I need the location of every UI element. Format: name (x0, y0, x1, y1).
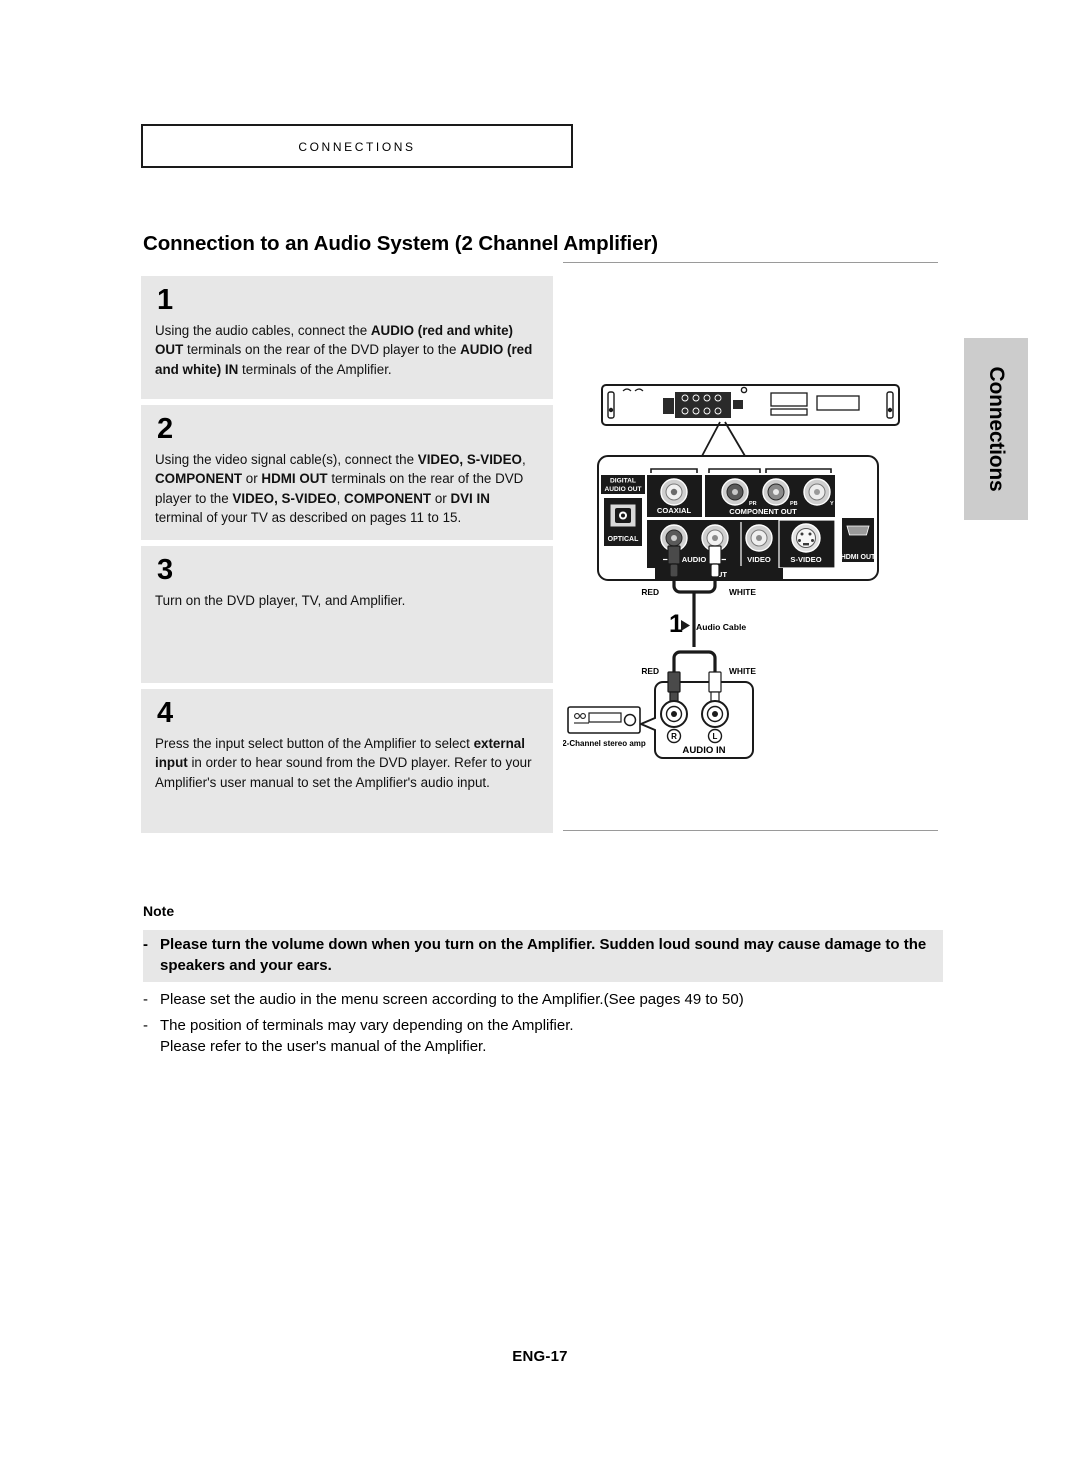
audio-cable-run: RED WHITE 1 Audio Cable RED WHITE (641, 577, 756, 676)
diagram-illustration: DIGITAL AUDIO OUT OPTICAL COAXIAL PR PB … (563, 384, 900, 759)
hdmi-out-group: HDMI OUT (841, 518, 876, 562)
s-video-jack-group: S-VIDEO (778, 519, 836, 569)
s-video-label: S-VIDEO (790, 555, 821, 564)
step-item-2: 2 Using the video signal cable(s), conne… (141, 405, 553, 540)
note-section: Note - Please turn the volume down when … (143, 903, 943, 1062)
cable-step-marker: 1 (669, 610, 683, 638)
step-number: 4 (157, 697, 174, 729)
step-number: 1 (157, 284, 174, 316)
note-heading: Note (143, 903, 175, 919)
white-label-bottom: WHITE (729, 666, 756, 676)
chapter-title: CONNECTIONS (298, 136, 416, 155)
step-number: 2 (157, 413, 174, 445)
rear-panel-detail: DIGITAL AUDIO OUT OPTICAL COAXIAL PR PB … (597, 455, 879, 581)
callout-lines (701, 421, 746, 457)
component-out-label: COMPONENT OUT (729, 507, 797, 516)
note-item-text: Please set the audio in the menu screen … (160, 990, 744, 1008)
red-label-bottom: RED (641, 666, 659, 676)
cable-step-arrow-icon (681, 620, 690, 631)
page-title: Connection to an Audio System (2 Channel… (143, 232, 659, 255)
step-text: Turn on the DVD player, TV, and Amplifie… (155, 593, 406, 608)
note-bullet-dash: - (143, 990, 148, 1008)
section-tab-connections: Connections (964, 338, 1028, 520)
step-text: Using the video signal cable(s), connect… (155, 452, 526, 526)
note-item: - The position of terminals may vary dep… (143, 1015, 943, 1058)
audio-out-label: AUDIO (682, 555, 707, 564)
note-item-text: The position of terminals may vary depen… (160, 1016, 574, 1056)
stereo-amp-caption: 2-Channel stereo amp (563, 739, 646, 748)
audio-in-label: AUDIO IN (682, 745, 725, 756)
optical-jack-group: OPTICAL (604, 498, 642, 546)
video-label: VIDEO (747, 555, 771, 564)
step-number: 3 (157, 554, 174, 586)
digital-audio-out-label-line1: DIGITAL (610, 478, 636, 485)
audio-in-l-label: L (713, 732, 718, 741)
hdmi-out-label: HDMI OUT (841, 554, 876, 561)
component-y-label: Y (830, 501, 834, 507)
coaxial-label: COAXIAL (657, 506, 692, 515)
white-label-top: WHITE (729, 587, 756, 597)
optical-label: OPTICAL (608, 536, 639, 543)
red-label-top: RED (641, 587, 659, 597)
chapter-header-box: CONNECTIONS (141, 124, 573, 168)
step-item-3: 3 Turn on the DVD player, TV, and Amplif… (141, 546, 553, 683)
step-text: Using the audio cables, connect the AUDI… (155, 323, 533, 377)
digital-audio-out-label-line2: AUDIO OUT (605, 486, 642, 493)
steps-list: 1 Using the audio cables, connect the AU… (141, 276, 553, 833)
stereo-amp-icon-group: 2-Channel stereo amp (563, 706, 646, 748)
section-tab-label: Connections (985, 366, 1008, 492)
connection-diagram: DIGITAL AUDIO OUT OPTICAL COAXIAL PR PB … (563, 262, 938, 832)
note-item-text: Please turn the volume down when you tur… (160, 936, 927, 975)
audio-in-r-label: R (671, 732, 677, 741)
step-text: Press the input select button of the Amp… (155, 736, 532, 790)
component-out-group: PR PB Y COMPONENT OUT (705, 468, 835, 517)
step-item-1: 1 Using the audio cables, connect the AU… (141, 276, 553, 399)
amplifier-audio-in-panel: R L AUDIO IN (638, 671, 754, 759)
digital-audio-out-group: DIGITAL AUDIO OUT (601, 475, 645, 494)
page-footer: ENG-17 (512, 1348, 568, 1365)
diagram-rule-top (563, 262, 938, 263)
coaxial-jack-group: COAXIAL (647, 468, 702, 517)
note-item: - Please turn the volume down when you t… (143, 930, 943, 982)
note-item: - Please set the audio in the menu scree… (143, 989, 943, 1010)
dvd-player-rear-chassis (601, 384, 900, 426)
diagram-rule-bottom (563, 830, 938, 831)
note-bullet-dash: - (143, 936, 148, 953)
audio-cable-label: Audio Cable (696, 622, 746, 632)
step-item-4: 4 Press the input select button of the A… (141, 689, 553, 833)
note-bullet-dash: - (143, 1016, 148, 1034)
